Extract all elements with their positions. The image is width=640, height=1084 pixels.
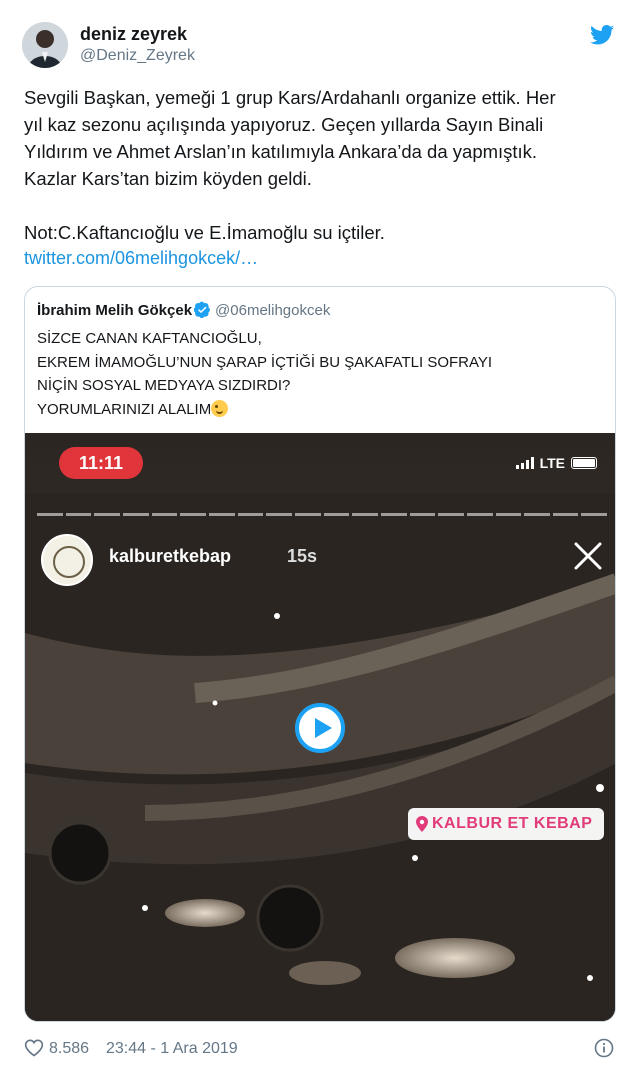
clock-pill: 11:11	[59, 447, 143, 479]
quoted-tweet-header: İbrahim Melih Gökçek @06melihgokcek	[37, 301, 330, 323]
info-icon[interactable]	[594, 1038, 614, 1058]
quoted-author-handle[interactable]: @06melihgokcek	[215, 302, 330, 319]
like-count[interactable]: 8.586	[49, 1040, 89, 1058]
tweet-text-line: yıl kaz sezonu açılışında yapıyoruz. Geç…	[24, 114, 544, 135]
quoted-tweet-card[interactable]: İbrahim Melih Gökçek @06melihgokcek SİZC…	[24, 286, 616, 1022]
story-progress	[37, 513, 608, 516]
status-bar: LTE	[515, 455, 597, 471]
heart-icon[interactable]	[24, 1038, 44, 1058]
winking-face-icon	[211, 399, 229, 417]
quoted-text-line: YORUMLARINIZI ALALIM	[37, 398, 492, 422]
video-player[interactable]: 11:11 LTE kalburetkebap 15s KALBUR ET KE…	[25, 433, 615, 1021]
tweet-text-line: Not:C.Kaftancıoğlu ve E.İmamoğlu su içti…	[24, 222, 385, 243]
quoted-author-name[interactable]: İbrahim Melih Gökçek	[37, 302, 192, 319]
author-name[interactable]: deniz zeyrek	[80, 24, 187, 45]
tweet-text-line: Kazlar Kars’tan bizim köyden geldi.	[24, 168, 312, 189]
tweet-footer: 8.586 23:44 - 1 Ara 2019	[24, 1038, 616, 1060]
quoted-text-line-last: YORUMLARINIZI ALALIM	[37, 400, 212, 418]
twitter-bird-icon[interactable]	[590, 24, 614, 46]
quoted-tweet-text: SİZCE CANAN KAFTANCIOĞLU, EKREM İMAMOĞLU…	[37, 327, 492, 421]
quoted-text-line: EKREM İMAMOĞLU’NUN ŞARAP İÇTİĞİ BU ŞAKAF…	[37, 353, 493, 371]
tweet-text: Sevgili Başkan, yemeği 1 grup Kars/Ardah…	[24, 84, 620, 246]
network-label: LTE	[539, 455, 565, 471]
quoted-text-line: SİZCE CANAN KAFTANCIOĞLU,	[37, 330, 262, 347]
tweet-text-line: Sevgili Başkan, yemeği 1 grup Kars/Ardah…	[24, 87, 556, 108]
verified-badge-icon	[194, 301, 210, 318]
location-sticker-label: KALBUR ET KEBAP	[432, 815, 593, 832]
tweet-text-line: Yıldırım ve Ahmet Arslan’ın katılımıyla …	[24, 141, 538, 162]
author-handle[interactable]: @Deniz_Zeyrek	[80, 47, 195, 65]
story-time: 15s	[287, 546, 318, 566]
tweet-text-line	[24, 192, 620, 219]
tweet-header: deniz zeyrek @Deniz_Zeyrek	[22, 20, 618, 70]
location-sticker: KALBUR ET KEBAP	[408, 808, 604, 840]
signal-icon	[515, 457, 534, 469]
quoted-tweet-link[interactable]: twitter.com/06melihgokcek/…	[24, 248, 258, 269]
tweet-timestamp[interactable]: 23:44 - 1 Ara 2019	[106, 1040, 238, 1058]
play-icon[interactable]	[295, 703, 345, 753]
quoted-text-line: NİÇİN SOSYAL MEDYAYA SIZDIRDI?	[37, 377, 291, 394]
story-username: kalburetkebap	[109, 546, 232, 566]
author-avatar[interactable]	[22, 22, 68, 68]
location-pin-icon	[416, 816, 428, 832]
story-avatar	[41, 534, 93, 586]
battery-icon	[571, 457, 597, 469]
close-icon	[574, 542, 602, 570]
